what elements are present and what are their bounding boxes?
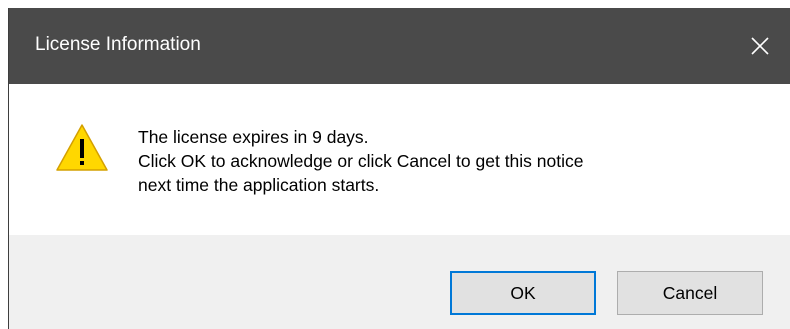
cancel-button[interactable]: Cancel	[617, 271, 763, 315]
button-bar: OK Cancel	[9, 235, 790, 329]
ok-button[interactable]: OK	[450, 271, 596, 315]
close-icon	[750, 36, 770, 56]
warning-icon	[55, 123, 109, 173]
message-text: The license expires in 9 days. Click OK …	[138, 125, 583, 197]
message-area: The license expires in 9 days. Click OK …	[9, 84, 790, 235]
dialog-title: License Information	[35, 34, 201, 55]
message-line: The license expires in 9 days.	[138, 127, 369, 147]
license-dialog: License Information The license expires …	[8, 8, 790, 329]
close-button[interactable]	[730, 8, 790, 84]
message-line: Click OK to acknowledge or click Cancel …	[138, 151, 584, 171]
title-bar[interactable]: License Information	[9, 8, 790, 84]
message-line: next time the application starts.	[138, 175, 380, 195]
